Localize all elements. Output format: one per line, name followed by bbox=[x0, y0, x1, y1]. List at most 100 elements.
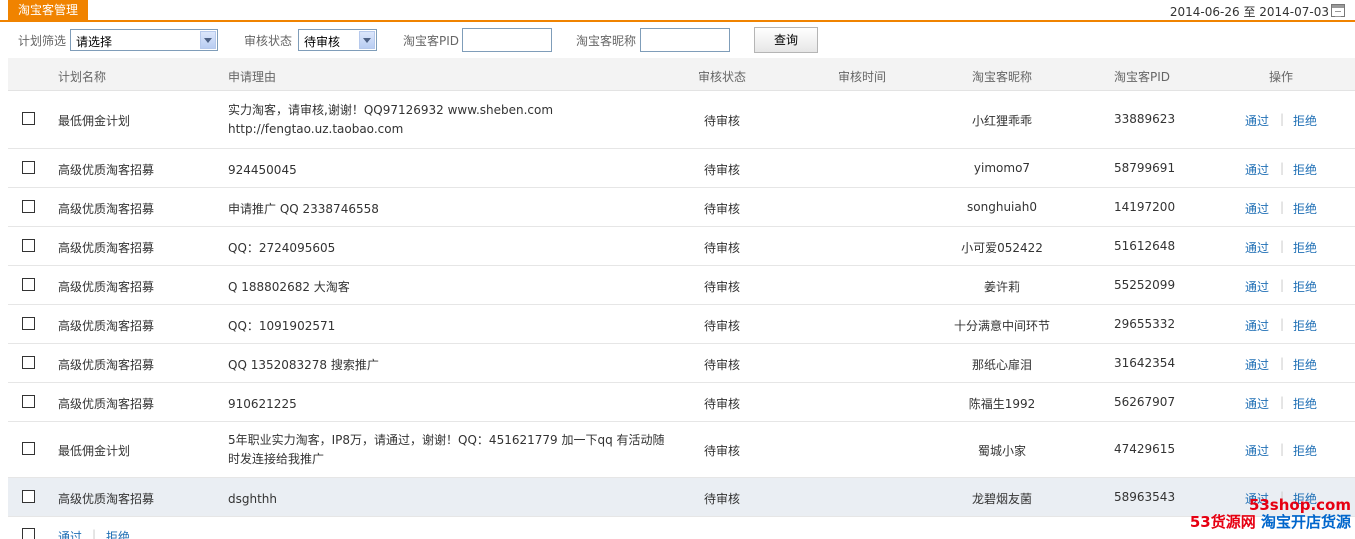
watermark-text: 53货源网 淘宝开店货源 bbox=[1190, 514, 1351, 531]
reject-link[interactable]: 拒绝 bbox=[1293, 278, 1317, 295]
plan-name-cell: 高级优质淘客招募 bbox=[58, 163, 155, 177]
table-row: 高级优质淘客招募 910621225 待审核 陈福生1992 56267907 通过 | 拒绝 bbox=[8, 383, 1355, 422]
plan-name-cell: 高级优质淘客招募 bbox=[58, 202, 155, 216]
approve-link[interactable]: 通过 bbox=[1245, 112, 1269, 129]
calendar-icon[interactable] bbox=[1331, 4, 1345, 17]
status-cell: 待审核 bbox=[704, 163, 741, 177]
reason-cell: Q 188802682 大淘客 bbox=[228, 280, 350, 294]
reason-cell: QQ 1352083278 搜索推广 bbox=[228, 358, 379, 372]
col-status: 审核状态 bbox=[698, 70, 747, 84]
action-separator: | bbox=[1280, 200, 1285, 214]
row-checkbox[interactable] bbox=[22, 161, 35, 174]
approve-link[interactable]: 通过 bbox=[1245, 317, 1269, 334]
action-separator: | bbox=[1280, 395, 1285, 409]
plan-filter-select[interactable]: 请选择 bbox=[70, 29, 218, 51]
pid-cell: 31642354 bbox=[1114, 356, 1176, 370]
reject-link[interactable]: 拒绝 bbox=[1293, 356, 1317, 373]
row-checkbox[interactable] bbox=[22, 317, 35, 330]
reject-link[interactable]: 拒绝 bbox=[1293, 442, 1317, 459]
action-separator: | bbox=[1280, 239, 1285, 253]
approve-link[interactable]: 通过 bbox=[1245, 239, 1269, 256]
batch-reject-link[interactable]: 拒绝 bbox=[106, 528, 130, 539]
approve-link[interactable]: 通过 bbox=[1245, 200, 1269, 217]
table-row: 高级优质淘客招募 dsghthh 待审核 龙碧烟友菌 58963543 通过 | 拒绝 bbox=[8, 478, 1355, 517]
select-all-checkbox[interactable] bbox=[22, 528, 35, 539]
pid-cell: 55252099 bbox=[1114, 278, 1176, 292]
nickname-cell: 那纸心扉泪 bbox=[971, 358, 1032, 372]
nickname-cell: yimomo7 bbox=[973, 161, 1031, 175]
plan-name-cell: 最低佣金计划 bbox=[58, 114, 131, 128]
status-cell: 待审核 bbox=[704, 202, 741, 216]
plan-name-cell: 最低佣金计划 bbox=[58, 444, 131, 458]
status-cell: 待审核 bbox=[704, 114, 741, 128]
status-cell: 待审核 bbox=[704, 397, 741, 411]
tab-taobaoke-management[interactable]: 淘宝客管理 bbox=[8, 0, 89, 20]
action-separator: | bbox=[1280, 278, 1285, 292]
reason-cell: 实力淘客，请审核,谢谢！QQ97126932 www.sheben.com ht… bbox=[228, 103, 554, 136]
col-plan-name: 计划名称 bbox=[58, 70, 107, 84]
nick-input[interactable] bbox=[640, 28, 730, 52]
approve-link[interactable]: 通过 bbox=[1245, 442, 1269, 459]
row-checkbox[interactable] bbox=[22, 278, 35, 291]
nickname-cell: 小可爱052422 bbox=[961, 241, 1043, 255]
chevron-down-icon bbox=[359, 31, 375, 49]
pid-filter-label: 淘宝客PID bbox=[403, 34, 460, 48]
nickname-cell: 龙碧烟友菌 bbox=[971, 492, 1032, 506]
row-checkbox[interactable] bbox=[22, 395, 35, 408]
approve-link[interactable]: 通过 bbox=[1245, 278, 1269, 295]
row-checkbox[interactable] bbox=[22, 239, 35, 252]
row-checkbox[interactable] bbox=[22, 442, 35, 455]
status-filter-value: 待审核 bbox=[304, 35, 341, 49]
col-reason: 申请理由 bbox=[228, 70, 277, 84]
status-cell: 待审核 bbox=[704, 280, 741, 294]
date-range: 2014-06-26 至 2014-07-03 bbox=[1169, 5, 1329, 19]
nickname-cell: 十分满意中间环节 bbox=[953, 319, 1050, 333]
reason-cell: dsghthh bbox=[228, 492, 278, 506]
row-checkbox[interactable] bbox=[22, 200, 35, 213]
reason-cell: 申请推广 QQ 2338746558 bbox=[228, 202, 379, 216]
table-row: 高级优质淘客招募 申请推广 QQ 2338746558 待审核 songhuiah0 1… bbox=[8, 188, 1355, 227]
row-checkbox[interactable] bbox=[22, 356, 35, 369]
table-row: 高级优质淘客招募 QQ：2724095605 待审核 小可爱052422 5161264… bbox=[8, 227, 1355, 266]
status-filter-label: 审核状态 bbox=[244, 34, 293, 48]
approve-link[interactable]: 通过 bbox=[1245, 395, 1269, 412]
plan-filter-value: 请选择 bbox=[76, 35, 113, 49]
reject-link[interactable]: 拒绝 bbox=[1293, 161, 1317, 178]
nickname-cell: 陈福生1992 bbox=[968, 397, 1036, 411]
pid-input[interactable] bbox=[462, 28, 552, 52]
row-checkbox[interactable] bbox=[22, 490, 35, 503]
table-header: 计划名称 申请理由 审核状态 审核时间 淘宝客昵称 淘宝客PID 操作 bbox=[8, 58, 1355, 91]
pid-cell: 58963543 bbox=[1114, 490, 1176, 504]
approve-link[interactable]: 通过 bbox=[1245, 161, 1269, 178]
reason-cell: 910621225 bbox=[228, 397, 297, 411]
pid-cell: 47429615 bbox=[1114, 442, 1176, 456]
reject-link[interactable]: 拒绝 bbox=[1293, 395, 1317, 412]
pid-cell: 51612648 bbox=[1114, 239, 1176, 253]
table-row: 高级优质淘客招募 Q 188802682 大淘客 待审核 姜许莉 55252099 通过 |… bbox=[8, 266, 1355, 305]
action-separator: | bbox=[1280, 161, 1285, 175]
action-separator: | bbox=[1280, 112, 1285, 126]
watermark: 53shop.com 53货源网 淘宝开店货源 bbox=[1190, 497, 1351, 531]
nickname-cell: 姜许莉 bbox=[983, 280, 1020, 294]
reject-link[interactable]: 拒绝 bbox=[1293, 239, 1317, 256]
status-cell: 待审核 bbox=[704, 492, 741, 506]
approve-link[interactable]: 通过 bbox=[1245, 356, 1269, 373]
reject-link[interactable]: 拒绝 bbox=[1293, 200, 1317, 217]
query-button[interactable]: 查询 bbox=[754, 27, 818, 53]
batch-approve-link[interactable]: 通过 bbox=[58, 528, 82, 539]
nickname-cell: songhuiah0 bbox=[967, 200, 1037, 214]
filter-bar: 计划筛选 请选择 审核状态 待审核 淘宝客PID 淘宝客昵称 查询 bbox=[0, 24, 1355, 58]
reject-link[interactable]: 拒绝 bbox=[1293, 317, 1317, 334]
plan-name-cell: 高级优质淘客招募 bbox=[58, 397, 155, 411]
nickname-cell: 小红狸乖乖 bbox=[971, 114, 1032, 128]
status-filter-select[interactable]: 待审核 bbox=[298, 29, 377, 51]
chevron-down-icon bbox=[200, 31, 216, 49]
reason-cell: 924450045 bbox=[228, 163, 297, 177]
action-separator: | bbox=[1280, 442, 1285, 456]
plan-name-cell: 高级优质淘客招募 bbox=[58, 492, 155, 506]
nickname-cell: 蜀城小家 bbox=[977, 444, 1026, 458]
reject-link[interactable]: 拒绝 bbox=[1293, 112, 1317, 129]
plan-filter-label: 计划筛选 bbox=[18, 34, 67, 48]
pid-cell: 33889623 bbox=[1114, 112, 1176, 126]
row-checkbox[interactable] bbox=[22, 112, 35, 125]
